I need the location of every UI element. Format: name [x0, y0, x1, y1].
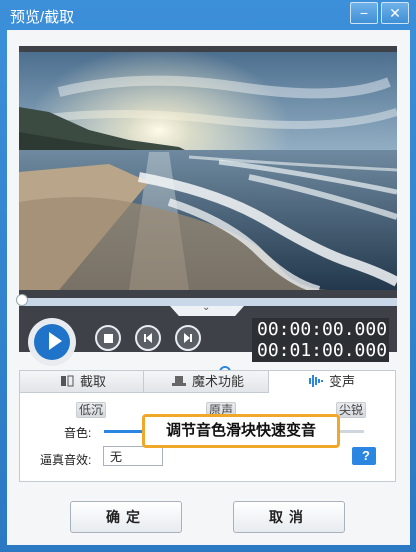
previous-frame-button[interactable]	[135, 325, 161, 351]
question-icon: ?	[362, 448, 370, 463]
video-preview	[19, 52, 397, 290]
video-player: ⌄ 00:00:00.000 00:01:00.000	[16, 46, 397, 379]
close-button[interactable]: ✕	[381, 2, 409, 24]
realistic-effect-label: 逼真音效:	[40, 453, 92, 467]
ok-button[interactable]: 确定	[70, 501, 182, 533]
next-frame-button[interactable]	[175, 325, 201, 351]
tab-cut[interactable]: 截取	[20, 371, 144, 393]
minimize-button[interactable]: −	[350, 2, 378, 24]
magic-hat-icon	[172, 376, 186, 386]
preview-dialog: 预览/截取 − ✕ ⌄ 00:00:00.000 00:01:00.000 截取…	[0, 0, 416, 552]
audio-wave-icon	[309, 375, 323, 387]
cancel-button[interactable]: 取消	[233, 501, 345, 533]
step-forward-icon	[184, 333, 192, 343]
window-title: 预览/截取	[10, 9, 75, 26]
stop-button[interactable]	[95, 325, 121, 351]
dialog-body: ⌄ 00:00:00.000 00:01:00.000 截取 魔术功能 变声 低…	[7, 30, 410, 545]
timbre-sharp-label: 尖锐	[336, 402, 367, 418]
tab-voice-change[interactable]: 变声	[269, 371, 395, 393]
timbre-label: 音色:	[64, 426, 92, 440]
realistic-effect-select[interactable]: 无	[103, 446, 163, 466]
current-time: 00:00:00.000	[257, 319, 388, 340]
tab-magic[interactable]: 魔术功能	[144, 371, 269, 393]
film-cut-icon	[61, 375, 74, 387]
play-button[interactable]	[28, 318, 76, 366]
help-button[interactable]: ?	[352, 447, 376, 465]
seek-bar[interactable]	[16, 294, 397, 306]
total-time: 00:01:00.000	[257, 340, 388, 361]
title-bar: 预览/截取 − ✕	[0, 0, 416, 30]
timbre-low-label: 低沉	[76, 402, 107, 418]
tab-voice-label: 变声	[329, 374, 356, 389]
tip-callout: 调节音色滑块快速变音	[142, 414, 340, 448]
play-icon	[49, 332, 62, 350]
stop-icon	[104, 334, 113, 343]
tab-magic-label: 魔术功能	[192, 374, 245, 389]
beach-sunrise-image	[19, 52, 397, 290]
seek-handle[interactable]	[16, 294, 28, 306]
collapse-toggle[interactable]: ⌄	[170, 306, 244, 316]
time-display: 00:00:00.000 00:01:00.000	[252, 318, 389, 362]
step-back-icon	[144, 333, 152, 343]
tab-bar: 截取 魔术功能 变声	[20, 371, 395, 393]
tab-cut-label: 截取	[80, 374, 107, 389]
